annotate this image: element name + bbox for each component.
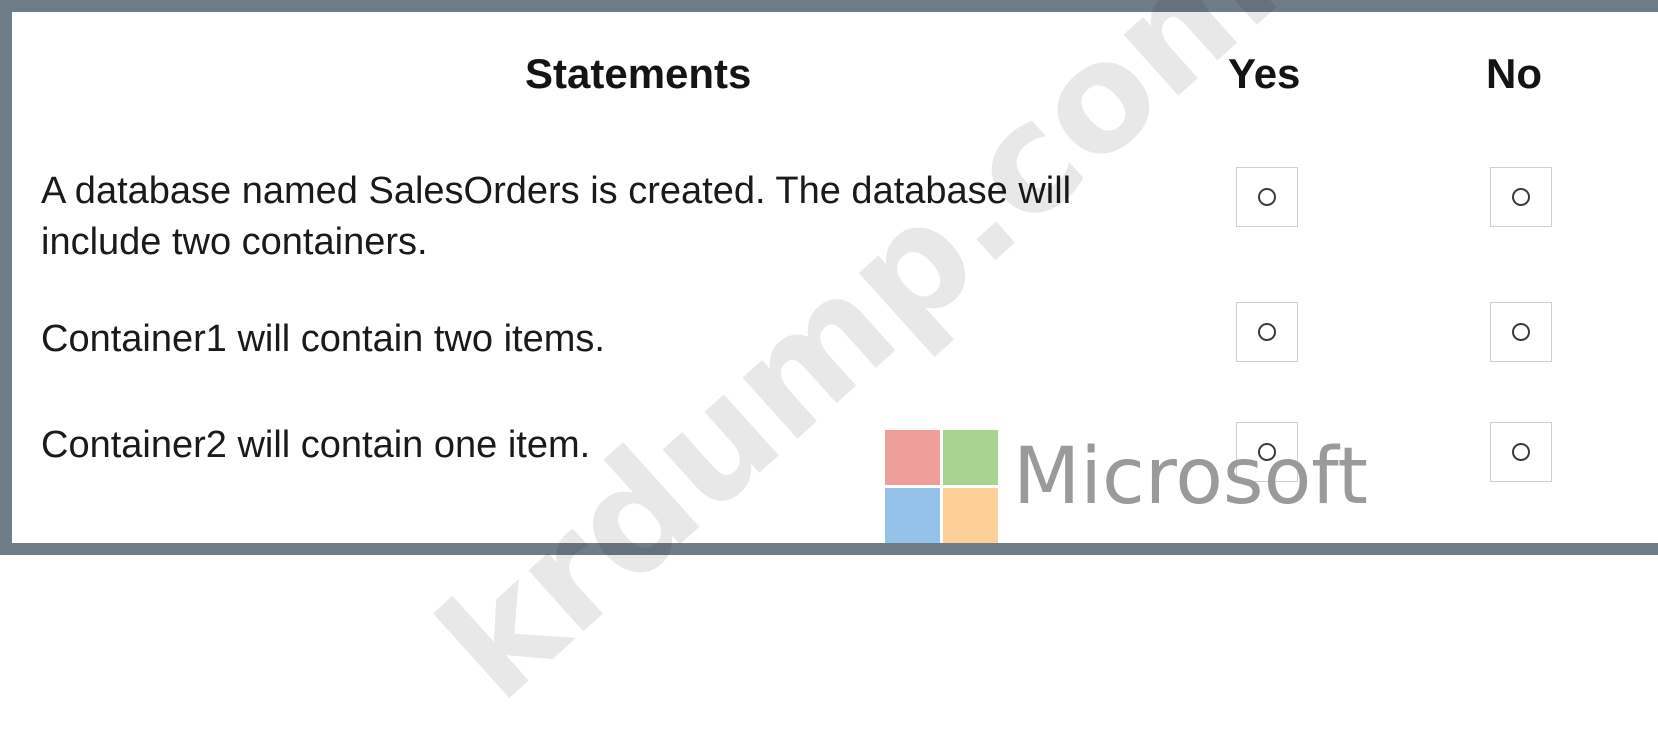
frame-border-bottom <box>0 543 1658 555</box>
hot-area-frame: Statements Yes No A database named Sales… <box>0 0 1658 733</box>
radio-circle-icon <box>1512 188 1530 206</box>
no-header: No <box>1486 50 1542 97</box>
statement-1: A database named SalesOrders is created.… <box>41 166 1071 268</box>
statement-2-yes-radio[interactable] <box>1236 302 1298 362</box>
statement-3: Container2 will contain one item. <box>41 424 591 466</box>
statement-3-no-radio[interactable] <box>1490 422 1552 482</box>
radio-circle-icon <box>1512 443 1530 461</box>
statement-2-no-radio[interactable] <box>1490 302 1552 362</box>
logo-square-green <box>943 430 998 485</box>
radio-circle-icon <box>1512 323 1530 341</box>
microsoft-logo-text: Microsoft <box>1013 432 1368 522</box>
logo-square-blue <box>885 488 940 543</box>
logo-square-yellow <box>943 488 998 543</box>
statement-2: Container1 will contain two items. <box>41 318 605 360</box>
statements-header: Statements <box>525 50 752 97</box>
statement-1-line-1: A database named SalesOrders is created.… <box>41 170 1072 212</box>
radio-circle-icon <box>1258 188 1276 206</box>
logo-square-red <box>885 430 940 485</box>
statement-1-no-radio[interactable] <box>1490 167 1552 227</box>
frame-border-left <box>0 0 12 555</box>
microsoft-logo-icon <box>885 430 1000 550</box>
statement-1-line-2: include two containers. <box>41 221 428 263</box>
radio-circle-icon <box>1258 323 1276 341</box>
bottom-margin <box>0 555 1658 579</box>
frame-border-top <box>0 0 1658 12</box>
yes-header: Yes <box>1228 50 1301 97</box>
statement-1-yes-radio[interactable] <box>1236 167 1298 227</box>
